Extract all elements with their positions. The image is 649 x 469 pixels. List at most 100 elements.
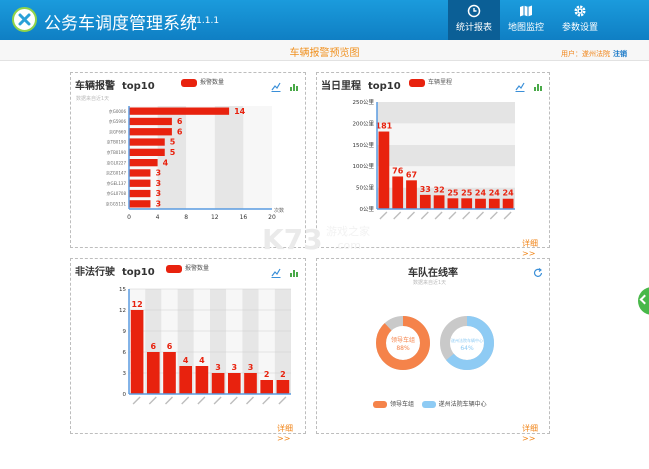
x-tick-label: [278, 396, 287, 405]
x-tick-label: 0: [127, 214, 131, 221]
data-label: 6: [177, 127, 183, 136]
y-tick-label: 15: [119, 287, 126, 293]
legend-swatch: [421, 401, 436, 408]
bar: [129, 117, 172, 126]
nav-map-label: 地图监控: [507, 23, 544, 33]
data-label: 33: [420, 185, 431, 194]
donut-center-label: 遂州法院车辆中心: [451, 337, 483, 343]
data-label: 3: [232, 363, 238, 372]
x-tick-label: [181, 396, 190, 405]
data-label: 4: [163, 158, 169, 167]
data-label: 25: [447, 188, 459, 197]
online-donut-chart: 领导车组88% 遂州法院车辆中心 64%: [376, 316, 494, 370]
bar: [475, 198, 486, 209]
bar: [461, 198, 473, 209]
bar: [419, 194, 431, 209]
bar: [129, 148, 165, 156]
x-tick-label: [503, 211, 512, 220]
data-label: 3: [155, 169, 161, 178]
x-tick-label: [197, 396, 206, 405]
bar: [227, 373, 241, 394]
grid-band: [377, 102, 515, 124]
x-tick-label: [393, 211, 402, 220]
category-label: 京GEL137: [107, 180, 127, 186]
logout-link[interactable]: 注销: [613, 50, 627, 58]
x-tick-label: [165, 396, 173, 405]
bar: [163, 352, 176, 394]
x-tick-label: 20: [268, 214, 276, 221]
bar: [129, 189, 151, 198]
bar: [129, 179, 151, 187]
donut-center-label: 领导车组: [391, 336, 415, 344]
data-label: 2: [280, 370, 286, 379]
user-label: 用户：: [561, 50, 582, 58]
data-label: 3: [155, 189, 161, 198]
data-label: 3: [155, 179, 161, 188]
bar: [179, 366, 193, 394]
sub-header: 车辆报警预览图 用户：遂州法院 注销: [0, 40, 649, 61]
x-tick-label: [476, 211, 484, 220]
x-tick-label: [420, 211, 429, 220]
category-label: 京GL0708: [106, 190, 126, 196]
x-tick-label: [407, 211, 415, 220]
category-label: 京G0006: [109, 108, 127, 114]
x-tick-label: [148, 396, 157, 405]
data-label: 3: [155, 200, 161, 209]
data-label: 25: [461, 188, 473, 197]
data-label: 5: [170, 148, 176, 157]
data-label: 14: [234, 107, 246, 116]
bar: [447, 198, 459, 209]
y-tick-label: 150公里: [353, 142, 375, 149]
y-tick-label: 250公里: [353, 99, 375, 106]
data-label: 4: [199, 356, 205, 365]
category-label: 京G5906: [109, 118, 127, 124]
page-title: 车辆报警预览图: [289, 48, 360, 59]
x-tick-label: 16: [240, 214, 248, 221]
grid-band: [186, 106, 215, 209]
x-tick-label: [229, 396, 238, 405]
nav-settings[interactable]: 参数设置: [554, 0, 606, 40]
detail-link[interactable]: 详细>>: [522, 238, 549, 258]
app-title: 公务车调度管理系统: [44, 14, 197, 34]
nav-map-monitor[interactable]: 地图监控: [500, 0, 552, 40]
gear-icon: [574, 5, 586, 17]
donut-percent-label: 88%: [396, 345, 410, 352]
y-tick-label: 0公里: [360, 206, 375, 213]
y-tick-label: 3: [123, 371, 127, 377]
bar: [195, 366, 209, 394]
detail-link[interactable]: 详细>>: [522, 423, 549, 443]
x-tick-label: [434, 211, 443, 220]
side-expand-handle[interactable]: [638, 287, 649, 315]
detail-link[interactable]: 详细>>: [277, 423, 305, 443]
category-label: 京GF669: [109, 128, 126, 134]
nav-stats-label: 统计报表: [455, 23, 492, 33]
data-label: 6: [151, 342, 157, 351]
category-label: 京GG5131: [106, 201, 127, 207]
bar: [129, 128, 172, 136]
bar: [276, 380, 290, 394]
category-label: 京TB0190: [107, 139, 127, 145]
bar: [392, 176, 404, 209]
data-label: 32: [434, 185, 445, 194]
x-tick-label: [262, 396, 271, 405]
data-label: 6: [177, 117, 183, 126]
data-label: 2: [264, 370, 270, 379]
bar: [244, 373, 257, 394]
nav-stats-report[interactable]: 统计报表: [448, 0, 500, 40]
illegal-bar-chart: 0 3 6 9 12 15 12 6 6 4 4 3 3 3 2 2: [119, 287, 291, 405]
data-label: 4: [183, 356, 189, 365]
data-label: 76: [392, 166, 404, 175]
bar: [211, 373, 225, 394]
bar: [260, 380, 274, 394]
bar: [146, 352, 160, 394]
data-label: 3: [248, 363, 254, 372]
donut-legend: 领导车组 遂州法院车辆中心: [373, 399, 487, 408]
y-tick-label: 6: [123, 350, 127, 356]
map-icon: [520, 5, 532, 17]
bar: [433, 195, 445, 209]
bar: [130, 310, 144, 394]
grid-band: [243, 106, 272, 209]
bar: [502, 198, 514, 209]
bar: [378, 131, 390, 209]
x-tick-label: 4: [156, 214, 160, 221]
